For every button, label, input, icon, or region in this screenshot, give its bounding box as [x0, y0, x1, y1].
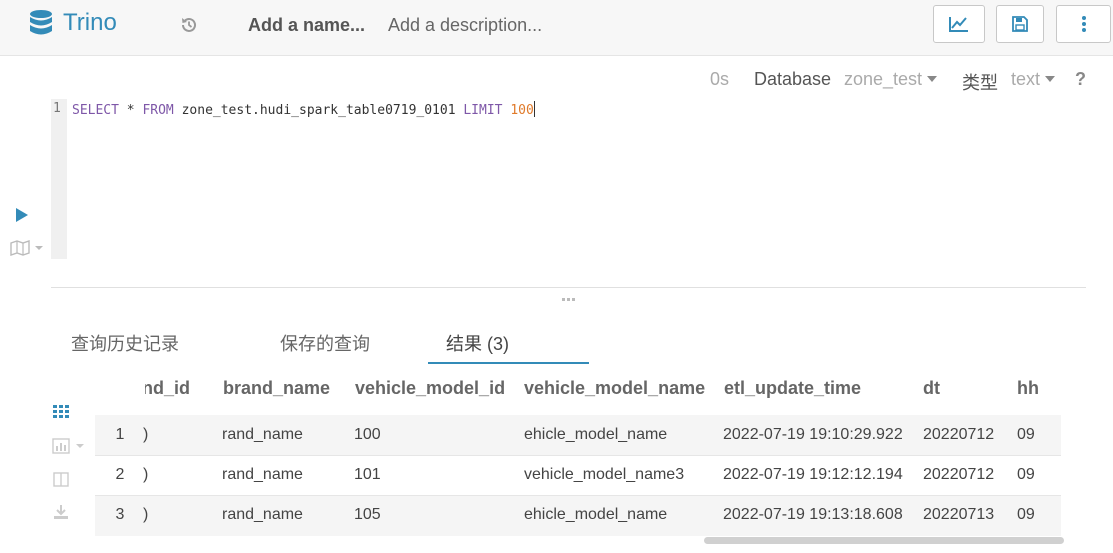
editor-gutter	[51, 99, 67, 259]
save-button[interactable]	[996, 5, 1044, 43]
table-cell: 20220712	[923, 466, 995, 483]
table-cell: )	[143, 466, 149, 483]
row-number: 3	[115, 506, 125, 523]
sql-text: zone_test.hudi_spark_table0719_0101	[173, 103, 464, 118]
line-number: 1	[53, 101, 61, 116]
table-cell: 2022-07-19 19:10:29.922	[723, 426, 903, 443]
sql-keyword: SELECT	[72, 103, 119, 118]
history-icon[interactable]	[179, 15, 199, 35]
text-cursor	[533, 101, 535, 117]
table-cell: rand_name	[222, 506, 303, 523]
table-cell: rand_name	[222, 466, 303, 483]
table-cell: 2022-07-19 19:13:18.608	[723, 506, 903, 523]
play-icon[interactable]	[15, 208, 29, 222]
line-chart-icon	[949, 17, 968, 32]
table-cell: 101	[354, 466, 381, 483]
map-icon	[10, 240, 43, 256]
tab-query-history[interactable]: 查询历史记录	[71, 330, 179, 356]
elapsed-time: 0s	[710, 69, 730, 89]
sql-keyword: LIMIT	[463, 103, 503, 118]
type-value: text	[1011, 69, 1041, 89]
table-cell: vehicle_model_name3	[524, 466, 685, 483]
help-icon[interactable]: ?	[1075, 69, 1086, 90]
table-cell: )	[143, 426, 149, 443]
tab-saved-queries[interactable]: 保存的查询	[280, 330, 370, 356]
top-toolbar: Trino Add a name... Add a description...	[0, 0, 1113, 56]
editor-divider	[51, 287, 1086, 288]
more-button[interactable]	[1056, 5, 1111, 43]
resize-handle-icon[interactable]	[562, 297, 576, 303]
horizontal-scrollbar[interactable]	[704, 537, 1064, 544]
tab-results[interactable]: 结果 (3)	[446, 330, 509, 356]
active-tab-indicator	[428, 362, 589, 364]
sql-editor[interactable]: SELECT * FROM zone_test.hudi_spark_table…	[72, 101, 535, 118]
sql-number: 100	[510, 103, 534, 118]
columns-icon[interactable]	[53, 472, 69, 487]
table-cell: 2022-07-19 19:12:12.194	[723, 466, 903, 483]
table-cell: rand_name	[222, 426, 303, 443]
app-title: Trino	[63, 9, 117, 36]
chart-button[interactable]	[933, 5, 985, 43]
column-header[interactable]: vehicle_model_id	[355, 378, 505, 399]
query-description-input[interactable]: Add a description...	[388, 15, 542, 36]
table-cell: 09	[1017, 466, 1035, 483]
type-select[interactable]: text	[1011, 69, 1056, 90]
chevron-down-icon	[1045, 76, 1056, 82]
table-cell: )	[143, 506, 149, 523]
column-header[interactable]: etl_update_time	[724, 378, 861, 399]
table-cell: 09	[1017, 506, 1035, 523]
database-label: Database	[754, 69, 832, 89]
table-cell: ehicle_model_name	[524, 426, 668, 443]
column-header[interactable]: and_id	[145, 378, 215, 399]
column-header[interactable]: brand_name	[223, 378, 330, 399]
sql-keyword: FROM	[142, 103, 174, 118]
table-cell: 09	[1017, 426, 1035, 443]
type-label: 类型	[962, 73, 998, 93]
column-header[interactable]: dt	[923, 378, 940, 399]
bar-chart-icon[interactable]	[52, 438, 88, 454]
database-value: zone_test	[844, 69, 923, 89]
row-number: 2	[115, 466, 125, 483]
row-number: 1	[115, 426, 125, 443]
table-cell: 100	[354, 426, 381, 443]
table-cell: 105	[354, 506, 381, 523]
database-select[interactable]: zone_test	[844, 69, 938, 90]
table-cell: ehicle_model_name	[524, 506, 668, 523]
download-icon[interactable]	[53, 504, 69, 520]
save-icon	[1012, 16, 1028, 32]
snippet-options[interactable]	[10, 240, 46, 261]
vertical-dots-icon	[1081, 16, 1086, 32]
query-name-input[interactable]: Add a name...	[248, 15, 365, 36]
column-header[interactable]: hh	[1017, 378, 1039, 399]
sql-text: *	[118, 103, 143, 118]
database-icon	[30, 10, 52, 35]
table-cell: 20220712	[923, 426, 995, 443]
grid-icon[interactable]	[53, 405, 69, 418]
chevron-down-icon	[927, 76, 938, 82]
column-header[interactable]: vehicle_model_name	[524, 378, 705, 399]
table-cell: 20220713	[923, 506, 995, 523]
